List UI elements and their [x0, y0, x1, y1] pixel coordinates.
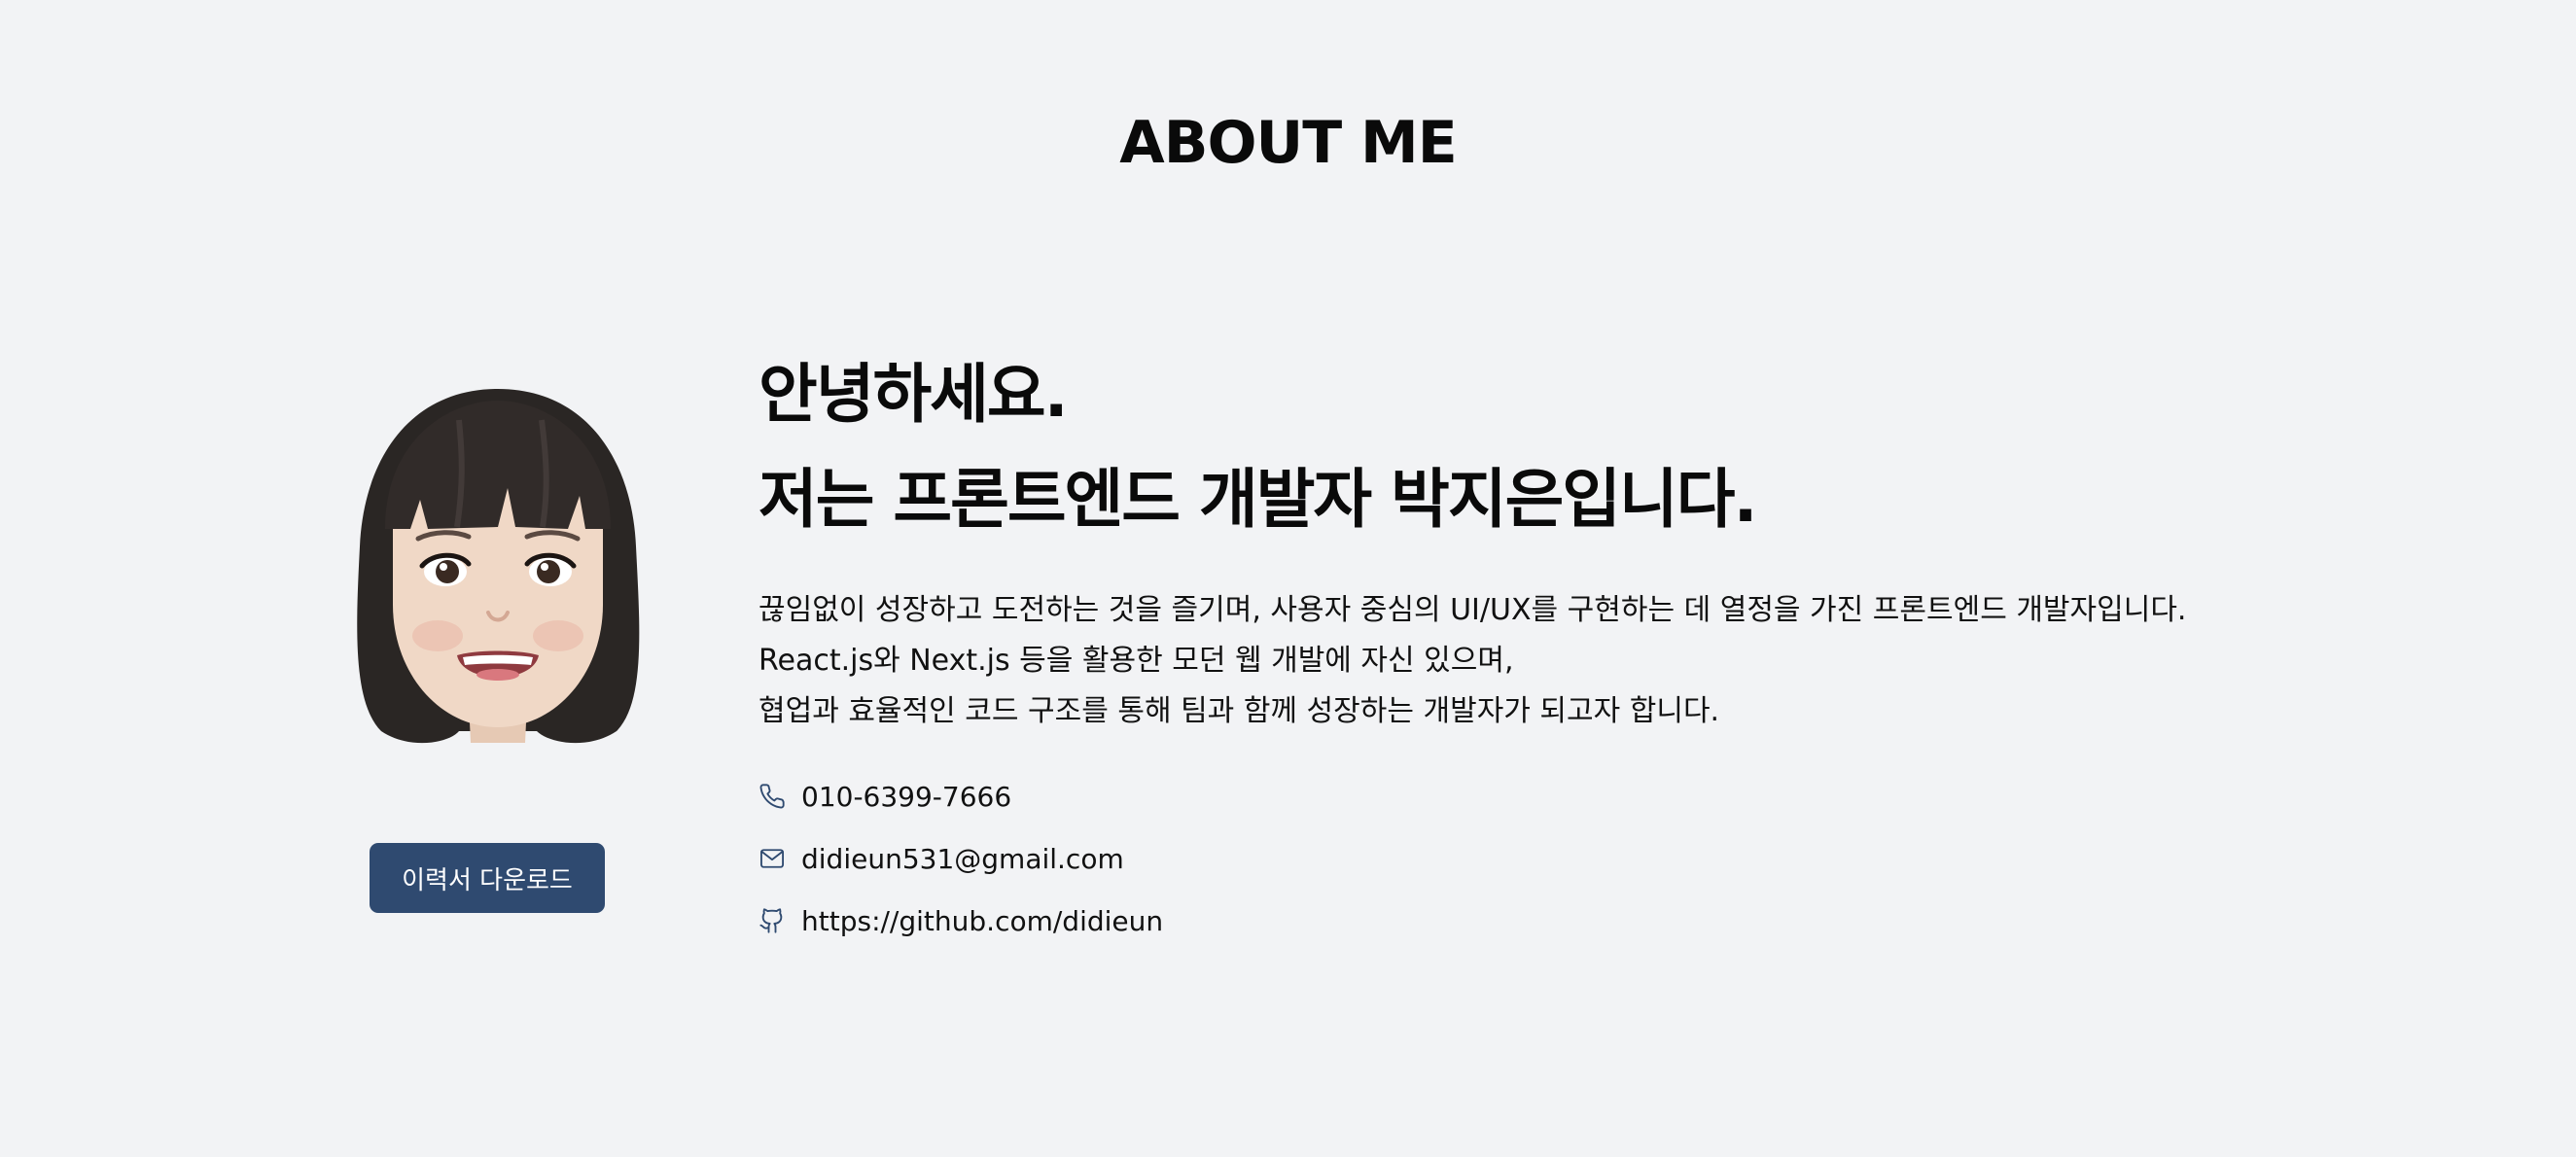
description-line: 끊임없이 성장하고 도전하는 것을 즐기며, 사용자 중심의 UI/UX를 구현…: [759, 593, 2187, 627]
phone-number[interactable]: 010-6399-7666: [801, 781, 1011, 813]
profile-avatar: [342, 381, 653, 751]
contact-phone: 010-6399-7666: [759, 775, 1163, 818]
description-line: 협업과 효율적인 코드 구조를 통해 팀과 함께 성장하는 개발자가 되고자 합…: [759, 694, 1720, 728]
about-me-section: ABOUT ME 이력서 다운로드 안녕하세요. 저는 프론트엔드 개발자 박지…: [0, 0, 2576, 1157]
intro-headline: 안녕하세요. 저는 프론트엔드 개발자 박지은입니다.: [759, 342, 2412, 552]
github-link[interactable]: https://github.com/didieun: [801, 905, 1163, 937]
phone-icon: [759, 783, 786, 810]
section-title: ABOUT ME: [1119, 109, 1457, 177]
github-icon: [759, 907, 786, 934]
contact-list: 010-6399-7666 didieun531@gmail.com https…: [759, 775, 1163, 962]
mail-icon: [759, 845, 786, 872]
contact-github: https://github.com/didieun: [759, 899, 1163, 942]
intro-block: 안녕하세요. 저는 프론트엔드 개발자 박지은입니다. 끊임없이 성장하고 도전…: [759, 342, 2412, 737]
resume-download-button[interactable]: 이력서 다운로드: [370, 843, 605, 913]
description-line: React.js와 Next.js 등을 활용한 모던 웹 개발에 자신 있으며…: [759, 644, 1514, 678]
headline-line: 안녕하세요.: [759, 357, 1069, 432]
intro-description: 끊임없이 성장하고 도전하는 것을 즐기며, 사용자 중심의 UI/UX를 구현…: [759, 585, 2412, 737]
contact-email: didieun531@gmail.com: [759, 837, 1163, 880]
memoji-avatar-icon: [357, 389, 640, 744]
headline-line: 저는 프론트엔드 개발자 박지은입니다.: [759, 462, 1758, 537]
email-address[interactable]: didieun531@gmail.com: [801, 843, 1124, 875]
